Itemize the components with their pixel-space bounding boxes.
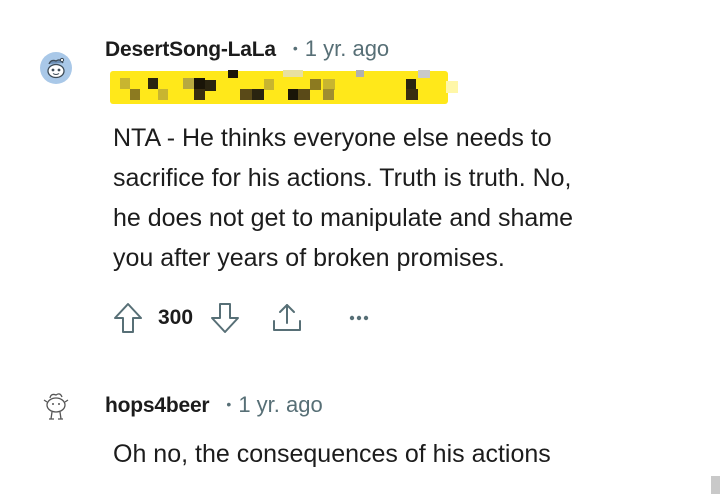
timestamp[interactable]: 1 yr. ago [305,36,389,62]
snoo-outline-avatar-icon [43,393,69,420]
comment-line: you after years of broken promises. [113,244,505,272]
comment-meta: DesertSong-LaLa • 1 yr. ago [105,36,389,62]
share-icon [273,304,302,331]
more-options-button[interactable] [339,298,379,338]
username[interactable]: DesertSong-LaLa [105,38,276,62]
username[interactable]: hops4beer [105,394,210,418]
comment-body: Oh no, the consequences of his actions [113,434,551,474]
avatar[interactable] [40,52,72,84]
comment-line: sacrifice for his actions. Truth is trut… [113,164,572,192]
comment-actions: 300 [108,298,379,338]
arrow-down-icon [211,303,240,333]
more-dots-icon [349,315,369,321]
upvote-button[interactable] [108,298,148,338]
comment-line: Oh no, the consequences of his actions [113,440,551,468]
comment-body: NTA - He thinks everyone else needs to s… [113,118,573,278]
comment-line: NTA - He thinks everyone else needs to [113,124,552,152]
avatar[interactable] [40,390,72,422]
comment-line: he does not get to manipulate and shame [113,204,574,232]
scrollbar-thumb[interactable] [711,476,720,494]
separator-dot: • [292,40,298,56]
arrow-up-icon [114,303,142,333]
snoo-avatar-icon [47,57,65,79]
vote-score: 300 [158,306,194,329]
separator-dot: • [226,396,232,412]
comment-meta: hops4beer • 1 yr. ago [105,392,323,418]
timestamp[interactable]: 1 yr. ago [238,392,322,418]
censored-flair [110,70,458,104]
share-button[interactable] [265,298,309,338]
downvote-button[interactable] [205,298,245,338]
